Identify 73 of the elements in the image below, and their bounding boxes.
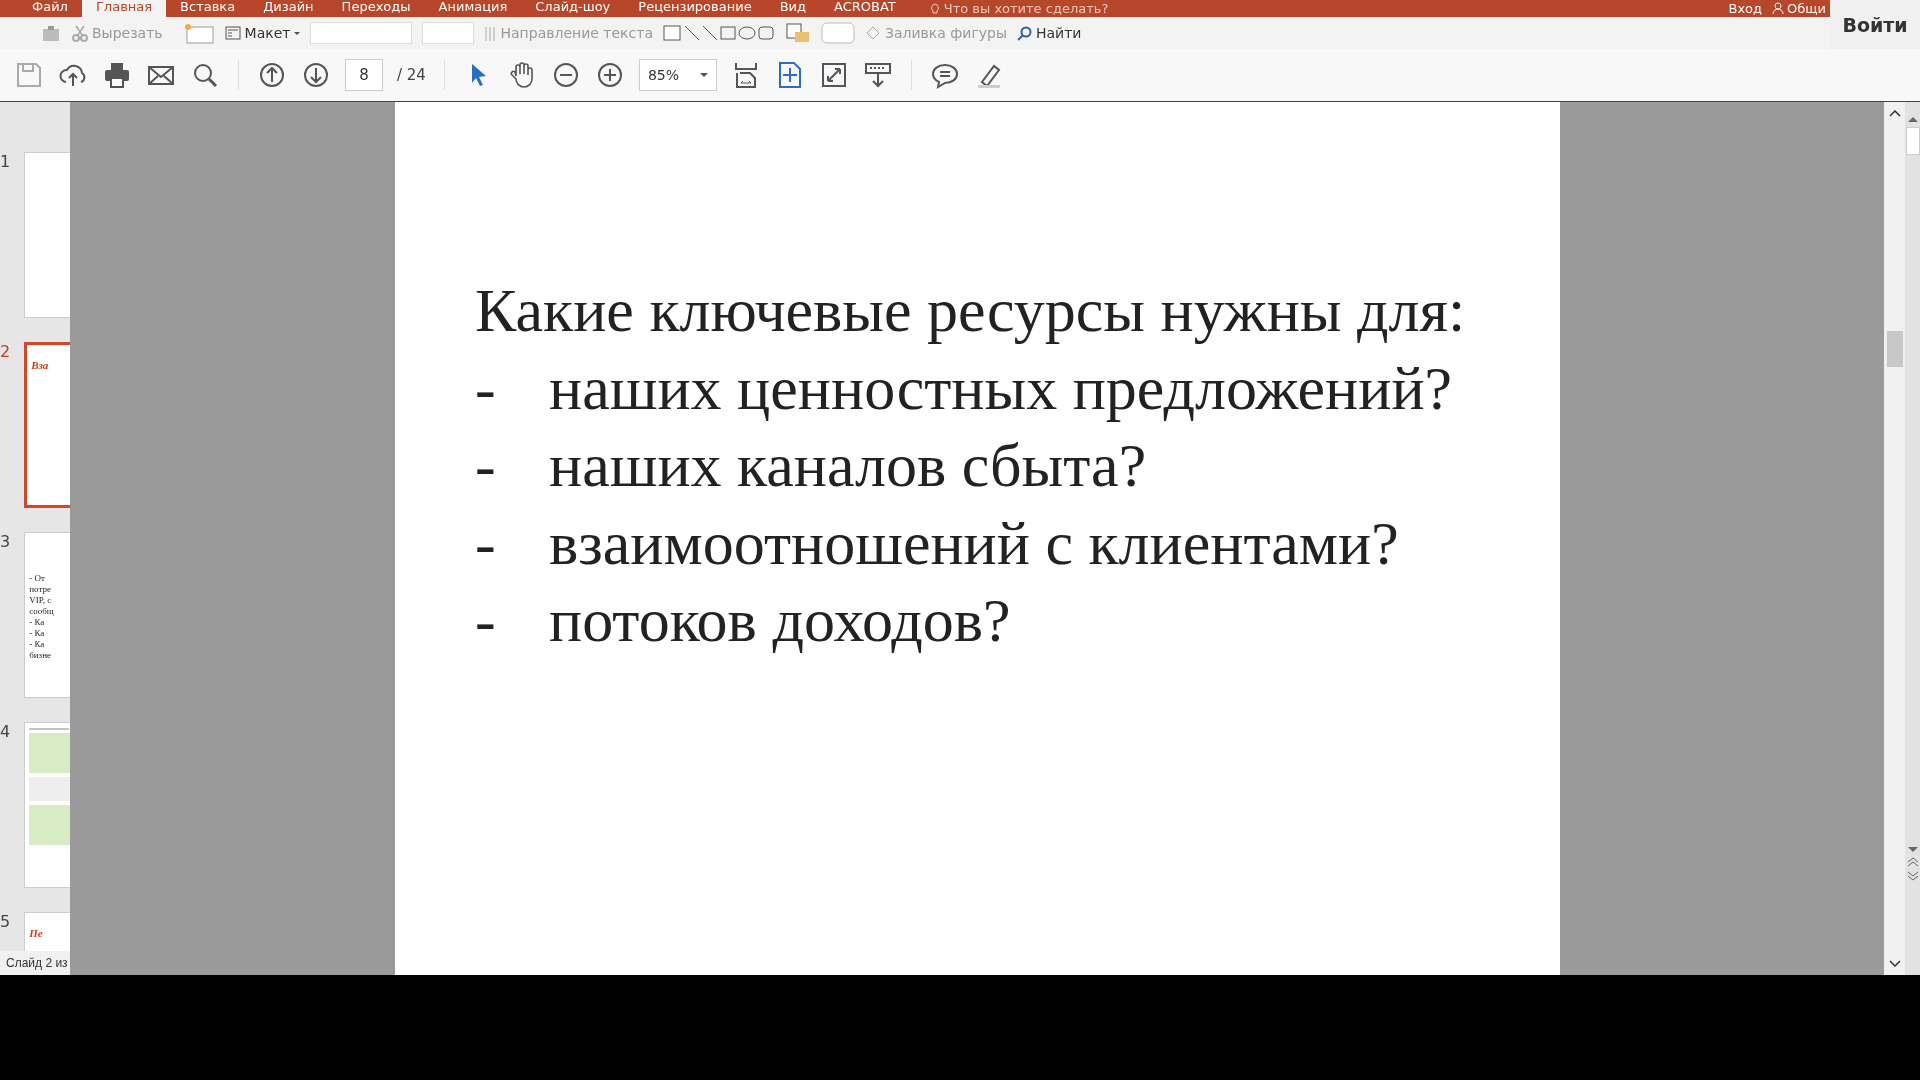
bullet-text: наших каналов сбыта? (549, 430, 1147, 501)
chevron-up-icon[interactable] (1888, 110, 1901, 117)
ribbon-tab[interactable]: Переходы (327, 0, 425, 17)
caret-icon (294, 31, 301, 35)
arrange-icon[interactable] (785, 22, 811, 44)
slide-thumbnail[interactable] (24, 722, 70, 888)
thumbnail-title: Пе (29, 927, 44, 939)
scrollbar[interactable] (1884, 102, 1905, 975)
layout-dropdown[interactable]: Макет (244, 25, 291, 41)
ribbon-tab[interactable]: Вставка (166, 0, 250, 17)
thumbnail-text: потре (29, 584, 52, 595)
find-button[interactable]: Найти (1036, 25, 1082, 41)
bullet-marker: - (475, 430, 497, 501)
arrow-down-icon[interactable] (1907, 846, 1918, 853)
bullet-marker: - (475, 507, 497, 579)
login-button[interactable]: Войти (1830, 0, 1920, 49)
lightbulb-icon (929, 2, 940, 15)
previous-slide-icon[interactable] (1907, 857, 1918, 867)
slide-number: 5 (0, 912, 11, 931)
share-button[interactable]: Общи (1787, 1, 1826, 16)
ribbon-tab[interactable]: Дизайн (249, 0, 328, 17)
thumbnail-title: Вза (31, 359, 50, 371)
slide-number: 2 (0, 342, 11, 361)
ribbon-tab[interactable]: Главная (81, 0, 167, 17)
thumbnail-text: - Ка (29, 639, 46, 650)
arrow-up-icon[interactable] (1907, 116, 1918, 123)
caret-icon (699, 73, 708, 77)
clipboard-icon[interactable] (40, 24, 62, 42)
bullet-marker: - (475, 585, 497, 656)
ribbon-tab[interactable]: ACROBAT (820, 0, 910, 17)
zoom-dropdown[interactable]: 85% (638, 59, 717, 91)
bullet-marker: - (475, 352, 497, 424)
ribbon-tab[interactable]: Анимация (424, 0, 522, 17)
search-icon[interactable] (1017, 25, 1032, 41)
thumbnail-text: бизне (29, 650, 52, 661)
page-number-field[interactable]: 8 (345, 59, 383, 91)
thumbnail-text: сообщ (29, 606, 55, 617)
font-size-field[interactable] (422, 22, 475, 44)
arrow-up-icon[interactable] (257, 60, 287, 90)
shapes-gallery-icon[interactable] (663, 23, 775, 43)
sign-in-link[interactable]: Вход (1718, 2, 1773, 15)
bullet-text: взаимоотношений с клиентами? (549, 507, 1399, 579)
slide-thumbnail[interactable]: Вза (24, 342, 70, 508)
tell-me-field[interactable]: Что вы хотите сделать? (943, 1, 1109, 16)
thumbnail-text: - От (29, 573, 46, 584)
page-count: / 24 (397, 66, 426, 84)
ribbon-tab[interactable]: Слайд-шоу (521, 0, 625, 17)
slide-thumbnail[interactable] (24, 152, 70, 318)
ribbon-tab[interactable]: Файл (18, 0, 82, 17)
thumbnail-text: - Ка (29, 617, 46, 628)
slide-thumbnail[interactable]: Пе (24, 912, 70, 951)
scroll-thumb[interactable] (1886, 330, 1903, 367)
slide-number: 1 (0, 152, 11, 171)
person-icon[interactable] (1772, 2, 1785, 15)
ribbon-tab[interactable]: Вид (765, 0, 820, 17)
bullet-text: наших ценностных предложений? (549, 352, 1453, 424)
scrollbar[interactable] (1905, 102, 1920, 975)
font-field[interactable] (310, 22, 413, 44)
arrow-down-icon[interactable] (301, 60, 331, 90)
next-slide-icon[interactable] (1907, 871, 1918, 881)
chevron-down-icon[interactable] (1888, 960, 1901, 967)
ribbon-tab[interactable]: Рецензирование (624, 0, 766, 17)
thumbnail-text: - Ка (29, 628, 46, 639)
slide-number: 4 (0, 722, 11, 741)
scroll-thumb[interactable] (1905, 127, 1920, 155)
bullet-text: потоков доходов? (549, 585, 1011, 656)
slide-number: 3 (0, 532, 11, 551)
status-text: Слайд 2 из (0, 951, 70, 975)
print-icon[interactable] (102, 60, 132, 90)
thumbnail-text: VIP, с (29, 595, 53, 606)
slide-heading: Какие ключевые ресурсы нужны для: (475, 275, 1467, 346)
read-mode-icon[interactable] (862, 60, 893, 90)
slide-thumbnail[interactable]: - От потре VIP, с сообщ - Ка - Ка - Ка бизне (24, 532, 70, 698)
